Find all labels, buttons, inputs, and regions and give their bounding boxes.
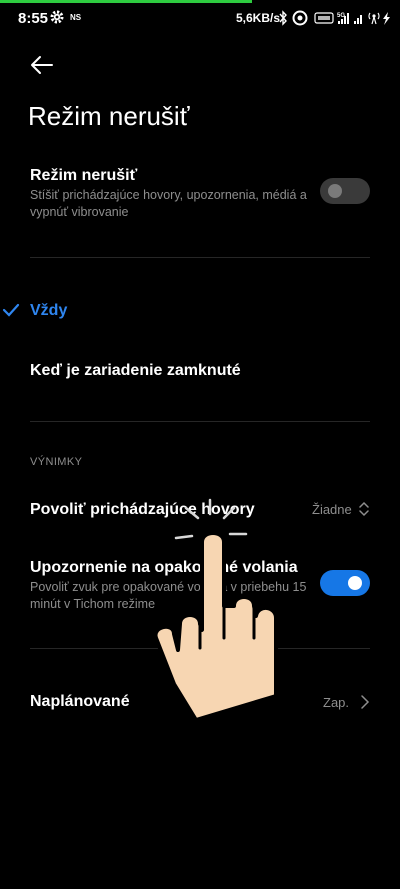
allow-calls-value[interactable]: Žiadne [312, 502, 352, 517]
chevron-right-icon[interactable] [360, 693, 370, 711]
volte-icon [314, 12, 334, 24]
bluetooth-icon [279, 10, 287, 26]
option-when-locked[interactable]: Keď je zariadenie zamknuté [30, 362, 241, 380]
status-icons: 5G [279, 10, 390, 26]
back-arrow-icon[interactable] [28, 52, 58, 78]
target-icon [292, 10, 308, 26]
checkmark-icon [2, 303, 20, 317]
scheduled-item[interactable]: Naplánované [30, 693, 130, 711]
exceptions-heading: VÝNIMKY [30, 456, 83, 468]
hotspot-icon [368, 12, 380, 25]
dnd-title: Režim nerušiť [30, 167, 138, 184]
divider [30, 421, 370, 422]
network-speed: 5,6KB/s [236, 11, 281, 25]
status-time: 8:55 [18, 10, 49, 27]
toggle-knob [348, 576, 362, 590]
status-bar: 8:55 NS 5,6KB/s 5G [0, 0, 400, 36]
status-ns-label: NS [70, 13, 82, 22]
option-always[interactable]: Vždy [30, 302, 67, 320]
dnd-subtitle: Stíšiť prichádzajúce hovory, upozornenia… [30, 188, 307, 219]
toggle-knob [328, 184, 342, 198]
updown-chevron-icon[interactable] [358, 500, 370, 518]
divider [30, 257, 370, 258]
tap-hand-icon [153, 498, 278, 728]
scheduled-value[interactable]: Zap. [323, 695, 349, 710]
page-title: Režim nerušiť [28, 101, 190, 131]
dnd-toggle[interactable] [320, 178, 370, 204]
repeat-calls-toggle[interactable] [320, 570, 370, 596]
gear-icon [50, 10, 64, 24]
signal-5g-icon: 5G [337, 13, 349, 24]
charging-icon [383, 12, 390, 25]
signal-icon [354, 15, 362, 24]
